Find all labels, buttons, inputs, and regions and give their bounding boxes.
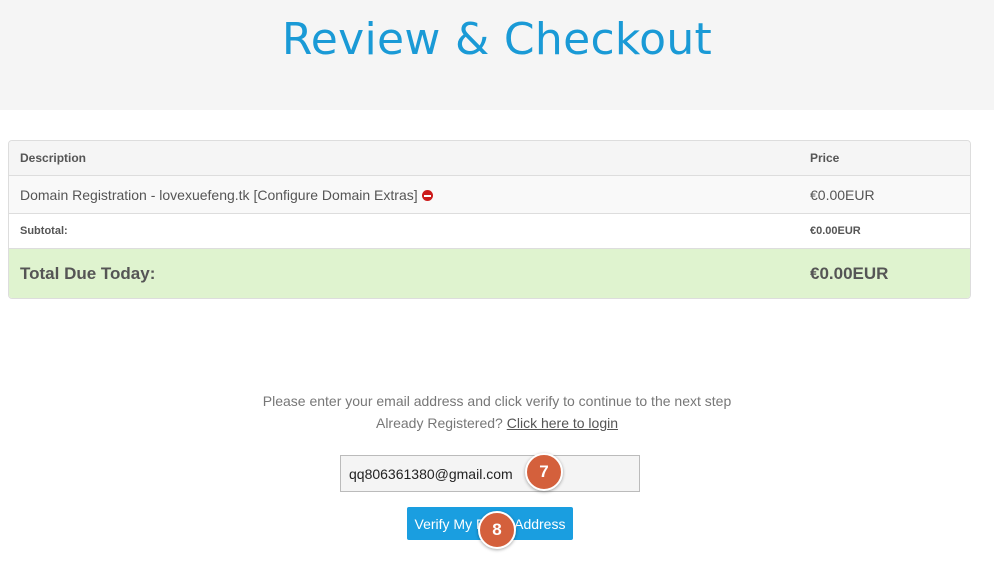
item-description-text: Domain Registration - lovexuefeng.tk [Co…: [20, 187, 418, 203]
cart-table: Description Price Domain Registration - …: [8, 140, 971, 299]
item-description: Domain Registration - lovexuefeng.tk [Co…: [20, 187, 433, 203]
description-column-header: Description: [20, 151, 87, 165]
cart-table-header: Description Price: [9, 141, 970, 176]
subtotal-label: Subtotal:: [20, 225, 68, 237]
price-column-header: Price: [810, 151, 840, 165]
total-value: €0.00EUR: [810, 264, 889, 283]
email-verify-section: Please enter your email address and clic…: [0, 390, 994, 434]
login-link[interactable]: Click here to login: [507, 415, 618, 431]
table-row: Domain Registration - lovexuefeng.tk [Co…: [9, 176, 970, 214]
subtotal-row: Subtotal: €0.00EUR: [9, 214, 970, 249]
already-registered-text: Already Registered?: [375, 415, 503, 431]
remove-icon[interactable]: [421, 190, 433, 201]
step-7-badge: 7: [525, 453, 563, 491]
page-title: Review & Checkout: [281, 14, 713, 65]
login-prompt: Already Registered? Click here to login: [0, 412, 994, 434]
item-price: €0.00EUR: [810, 187, 875, 203]
step-8-badge: 8: [478, 511, 516, 549]
email-input[interactable]: [340, 455, 640, 492]
page-header: Review & Checkout: [0, 0, 994, 110]
verify-instructions: Please enter your email address and clic…: [262, 393, 732, 409]
subtotal-value: €0.00EUR: [810, 225, 861, 237]
total-label: Total Due Today:: [20, 264, 156, 283]
total-row: Total Due Today: €0.00EUR: [9, 249, 970, 298]
